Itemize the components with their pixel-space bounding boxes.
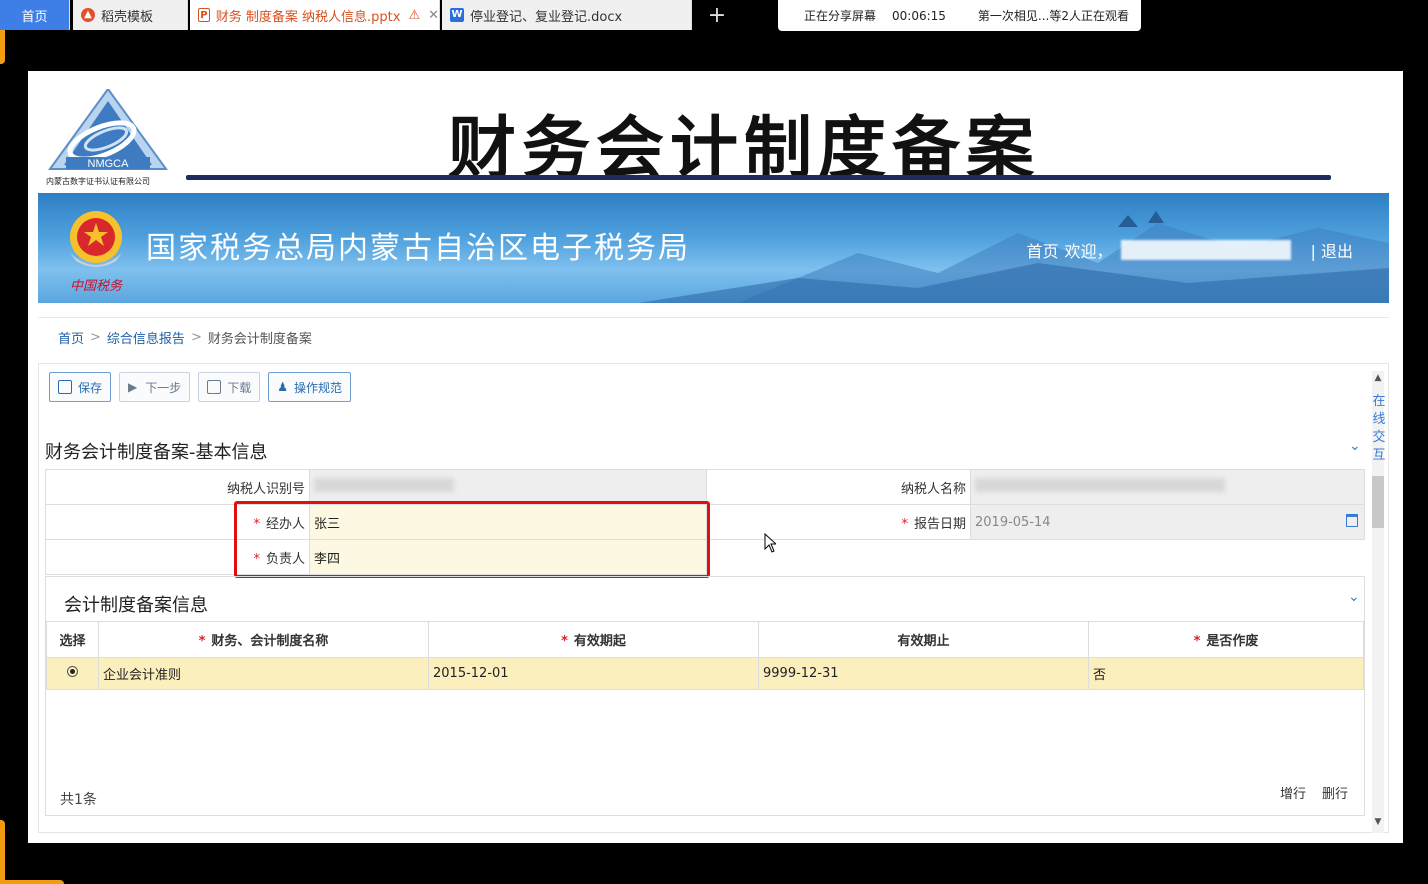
download-label: 下载 — [227, 380, 252, 395]
portal-banner: 中国税务 国家税务总局内蒙古自治区电子税务局 首页 欢迎， | 退出 — [38, 193, 1389, 303]
download-button[interactable]: 下载 — [198, 372, 261, 402]
report-date-label: * 报告日期 — [706, 504, 971, 540]
screen-share-bar: 正在分享屏幕 00:06:15 第一次相见...等2人正在观看 — [778, 0, 1141, 31]
empty-cell — [971, 540, 1365, 575]
guide-label: 操作规范 — [294, 380, 343, 395]
cell-start[interactable]: 2015-12-01 — [428, 657, 759, 690]
portal-title: 国家税务总局内蒙古自治区电子税务局 — [146, 231, 690, 266]
new-tab-button[interactable]: + — [700, 0, 734, 30]
docer-icon: ▲ — [81, 8, 95, 22]
records-title: 会计制度备案信息 — [64, 595, 208, 616]
save-button[interactable]: 保存 — [49, 372, 112, 402]
nmgca-logo: NMGCA — [48, 89, 168, 170]
next-step-label: 下一步 — [145, 380, 182, 395]
tab-home-label: 首页 — [21, 9, 48, 25]
empty-cell — [707, 540, 971, 575]
basic-info-title: 财务会计制度备案-基本信息 — [45, 442, 268, 463]
guide-button[interactable]: ♟ 操作规范 — [268, 372, 352, 402]
edge-marker — [0, 880, 64, 884]
user-name-redacted — [1120, 240, 1291, 260]
app-tabbar: 首页 ▲ 稻壳模板 P 财务 制度备案 纳税人信息.pptx ⚠ ✕ W 停业登… — [0, 0, 1428, 31]
highlight-annotation — [234, 501, 710, 578]
table-row[interactable]: 企业会计准则 2015-12-01 9999-12-31 否 — [46, 657, 1364, 690]
tab-templates[interactable]: ▲ 稻壳模板 — [73, 0, 188, 30]
cell-name[interactable]: 企业会计准则 — [98, 657, 429, 690]
logo-caption: 内蒙古数字证书认证有限公司 — [46, 177, 150, 186]
next-step-button[interactable]: ▶ 下一步 — [119, 372, 191, 402]
tab-home[interactable]: 首页 — [0, 0, 70, 30]
logo-text: NMGCA — [88, 158, 130, 170]
taxpayer-id-label: 纳税人识别号 — [45, 469, 310, 505]
form-panel: 保存 ▶ 下一步 下载 ♟ 操作规范 财务会计制度备案-基本信息 ⌄ 纳税人识别号 … — [38, 363, 1389, 833]
records-table: 选择 * 财务、会计制度名称 * 有效期起 有效期止 * 是否作废 企业会计准则 20… — [46, 621, 1364, 690]
col-select: 选择 — [46, 621, 99, 658]
col-void: * 是否作废 — [1088, 621, 1364, 658]
download-icon — [207, 380, 222, 394]
edge-marker — [0, 820, 5, 884]
nav-home-link[interactable]: 首页 — [1026, 238, 1058, 262]
share-viewers[interactable]: 第一次相见...等2人正在观看 — [978, 7, 1129, 24]
calendar-icon[interactable] — [1346, 514, 1358, 527]
title-underline — [186, 175, 1331, 180]
breadcrumb-home[interactable]: 首页 — [58, 328, 84, 347]
chevron-down-icon[interactable]: ⌄ — [1348, 589, 1360, 605]
tab-docx[interactable]: W 停业登记、复业登记.docx — [442, 0, 692, 30]
edge-marker — [0, 30, 5, 64]
row-operations: 增行 删行 — [1280, 783, 1348, 802]
col-end: 有效期止 — [758, 621, 1089, 658]
report-date-input[interactable]: 2019-05-14 — [970, 504, 1365, 540]
taxpayer-id-field — [309, 469, 707, 505]
scroll-up-icon[interactable]: ▲ — [1372, 373, 1384, 383]
col-name: * 财务、会计制度名称 — [98, 621, 429, 658]
required-icon: * — [901, 516, 908, 532]
toolbar: 保存 ▶ 下一步 下载 ♟ 操作规范 — [49, 372, 352, 402]
save-button-label: 保存 — [78, 380, 103, 395]
col-start: * 有效期起 — [428, 621, 759, 658]
online-interaction-tab[interactable]: 在线交互 — [1371, 393, 1387, 465]
play-icon: ▶ — [128, 380, 138, 394]
welcome-text: 欢迎， — [1064, 242, 1113, 261]
taxpayer-name-field — [970, 469, 1365, 505]
chevron-down-icon[interactable]: ⌄ — [1349, 438, 1361, 454]
warning-icon: ⚠ — [408, 7, 421, 23]
tab-docx-label: 停业登记、复业登记.docx — [470, 9, 623, 25]
records-section: 会计制度备案信息 ⌄ 选择 * 财务、会计制度名称 * 有效期起 有效期止 * 是否作… — [45, 576, 1365, 816]
radio-selected-icon[interactable] — [67, 666, 78, 677]
tab-templates-label: 稻壳模板 — [101, 9, 154, 25]
tax-emblem-icon — [70, 211, 122, 267]
word-file-icon: W — [450, 8, 464, 22]
share-status: 正在分享屏幕 — [804, 9, 877, 23]
close-icon[interactable]: ✕ — [428, 8, 439, 23]
breadcrumb-separator: > — [90, 330, 101, 345]
tab-pptx-label: 财务 制度备案 纳税人信息.pptx — [215, 9, 401, 25]
share-timer: 00:06:15 — [892, 8, 946, 23]
emblem-caption: 中国税务 — [70, 279, 123, 294]
taxpayer-name-label: 纳税人名称 — [706, 469, 971, 505]
scrollbar-thumb[interactable] — [1372, 476, 1384, 528]
add-row-button[interactable]: 增行 — [1280, 783, 1306, 802]
breadcrumb-separator: > — [190, 330, 202, 345]
user-nav: 首页 欢迎， | 退出 — [1026, 238, 1353, 262]
ppt-file-icon: P — [198, 8, 210, 22]
total-count: 共1条 — [60, 792, 97, 808]
users-icon: ♟ — [277, 380, 289, 394]
breadcrumb: 首页 > 综合信息报告 > 财务会计制度备案 — [38, 317, 1389, 357]
mouse-cursor-icon — [764, 533, 776, 553]
breadcrumb-report[interactable]: 综合信息报告 — [107, 328, 185, 347]
breadcrumb-current: 财务会计制度备案 — [207, 332, 312, 347]
scroll-down-icon[interactable]: ▼ — [1372, 817, 1384, 827]
save-icon — [58, 380, 72, 394]
delete-row-button[interactable]: 删行 — [1322, 783, 1348, 802]
cell-end[interactable]: 9999-12-31 — [758, 657, 1089, 690]
row-select[interactable] — [46, 657, 99, 690]
slide-canvas: NMGCA 内蒙古数字证书认证有限公司 财务会计制度备案 中国税务 国家税务总局… — [28, 71, 1403, 843]
tab-pptx[interactable]: P 财务 制度备案 纳税人信息.pptx ⚠ ✕ — [190, 0, 440, 30]
logout-link[interactable]: | 退出 — [1311, 238, 1353, 262]
cell-void[interactable]: 否 — [1088, 657, 1364, 690]
